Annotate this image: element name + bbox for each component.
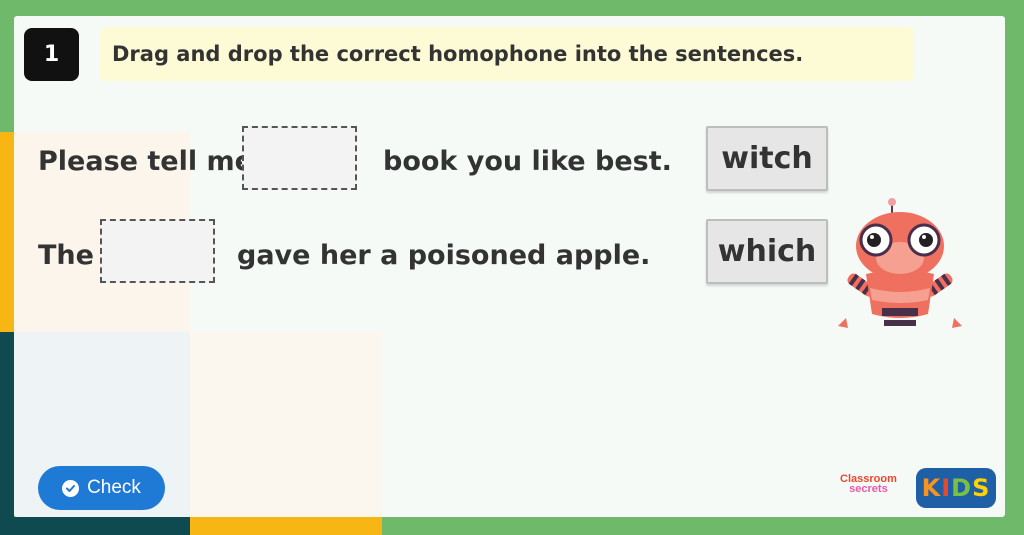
word-tile-witch[interactable]: witch (706, 126, 828, 191)
activity-frame: 1 Drag and drop the correct homophone in… (0, 0, 1024, 535)
drop-zone-2[interactable] (100, 219, 215, 283)
sentence-2-after: gave her a poisoned apple. (237, 240, 651, 271)
decor-strip-yellow (190, 517, 382, 535)
card-tint (190, 332, 382, 517)
decor-block-yellow (0, 132, 14, 332)
kids-logo: K I D S (916, 468, 996, 508)
decor-strip-teal (0, 517, 190, 535)
sentence-1-after: book you like best. (383, 146, 672, 177)
check-button[interactable]: Check (38, 466, 165, 510)
instruction-banner: Drag and drop the correct homophone into… (100, 27, 914, 81)
classroom-secrets-logo: Classroom secrets (840, 473, 897, 495)
check-button-label: Check (87, 477, 141, 498)
activity-card: 1 Drag and drop the correct homophone in… (14, 16, 1005, 517)
brand-logo: Classroom secrets K I D S (840, 466, 1000, 511)
question-number: 1 (24, 28, 79, 81)
robot-mascot-icon (838, 198, 962, 328)
word-tile-which[interactable]: which (706, 219, 828, 284)
sentence-2-before: The (38, 240, 94, 271)
check-circle-icon (62, 479, 80, 497)
drop-zone-1[interactable] (242, 126, 357, 190)
decor-block-teal (0, 332, 14, 535)
sentence-1-before: Please tell me (38, 146, 253, 177)
instruction-text: Drag and drop the correct homophone into… (112, 42, 804, 66)
